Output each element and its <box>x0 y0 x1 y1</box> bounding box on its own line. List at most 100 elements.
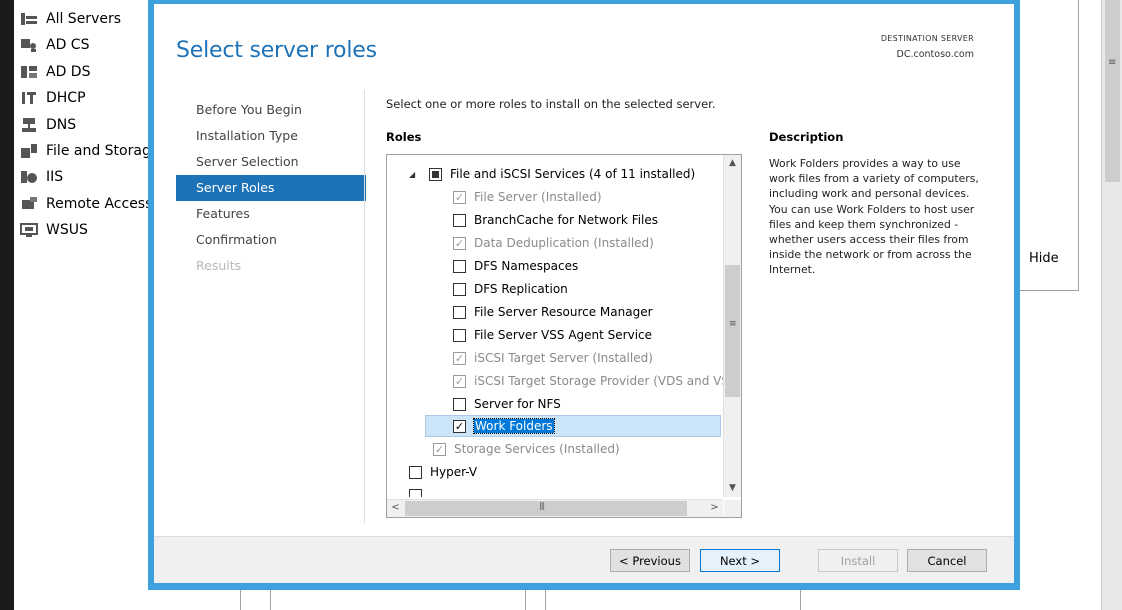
role-hyper-v[interactable]: Hyper-V <box>409 461 477 483</box>
nav-item-label: DHCP <box>46 90 86 106</box>
collapse-triangle-icon[interactable]: ◢ <box>409 170 421 179</box>
role-storage-services[interactable]: ✓ Storage Services (Installed) <box>433 438 620 460</box>
role-server-for-nfs[interactable]: Server for NFS <box>453 393 561 415</box>
roles-vertical-scrollbar[interactable]: ▲ ≡ ▼ <box>723 155 741 497</box>
nav-item-label: All Servers <box>46 11 122 27</box>
instruction-text: Select one or more roles to install on t… <box>386 97 716 111</box>
role-checkbox: ✓ <box>453 190 466 204</box>
dhcp-icon <box>20 90 38 106</box>
role-checkbox[interactable] <box>409 488 422 497</box>
role-label: BranchCache for Network Files <box>474 213 659 227</box>
remote-access-icon <box>20 196 38 212</box>
destination-server-caption: DESTINATION SERVER <box>880 34 974 43</box>
hide-panel <box>1019 0 1079 291</box>
role-fsrm[interactable]: File Server Resource Manager <box>453 301 653 323</box>
nav-item-label: File and Storag <box>46 143 151 159</box>
nav-item-wsus[interactable]: WSUS <box>14 217 164 243</box>
nav-item-remote-access[interactable]: Remote Access <box>14 191 164 217</box>
role-checkbox[interactable] <box>453 305 466 319</box>
role-checkbox[interactable]: ✓ <box>453 419 466 433</box>
nav-item-dhcp[interactable]: DHCP <box>14 85 164 111</box>
role-checkbox[interactable] <box>453 213 466 227</box>
roles-heading: Roles <box>386 130 422 144</box>
step-installation-type[interactable]: Installation Type <box>176 123 366 149</box>
step-before-you-begin[interactable]: Before You Begin <box>176 97 366 123</box>
role-iscsi-storage-provider[interactable]: ✓ iSCSI Target Storage Provider (VDS and… <box>453 370 723 392</box>
nav-item-label: IIS <box>46 169 64 185</box>
hide-link[interactable]: Hide <box>1029 251 1059 266</box>
scroll-up-icon[interactable]: ▲ <box>724 155 741 172</box>
role-next-partial[interactable] <box>409 484 430 497</box>
roles-horizontal-scrollbar[interactable]: < ||| > <box>387 499 723 517</box>
horizontal-scroll-thumb[interactable] <box>405 501 687 516</box>
nav-item-ad-ds[interactable]: AD DS <box>14 59 164 85</box>
page-title: Select server roles <box>176 38 377 63</box>
role-checkbox[interactable] <box>453 397 466 411</box>
role-vss-agent[interactable]: File Server VSS Agent Service <box>453 324 652 346</box>
step-confirmation[interactable]: Confirmation <box>176 227 366 253</box>
grip-icon: ≡ <box>1108 57 1117 68</box>
page-scrollbar-thumb[interactable] <box>1105 0 1120 182</box>
role-label: DFS Namespaces <box>474 259 579 273</box>
all-servers-icon <box>20 11 38 27</box>
step-server-selection[interactable]: Server Selection <box>176 149 366 175</box>
role-checkbox[interactable] <box>453 328 466 342</box>
scroll-down-icon[interactable]: ▼ <box>724 480 741 497</box>
nav-item-ad-cs[interactable]: AD CS <box>14 32 164 58</box>
nav-item-all-servers[interactable]: All Servers <box>14 6 164 32</box>
add-roles-wizard: Select server roles DESTINATION SERVER D… <box>148 0 1020 590</box>
step-results: Results <box>196 258 242 273</box>
grip-icon: ≡ <box>729 319 737 329</box>
dns-icon <box>20 117 38 133</box>
next-button[interactable]: Next > <box>700 549 780 572</box>
role-checkbox[interactable] <box>429 167 442 181</box>
nav-item-file-storage[interactable]: File and Storag <box>14 138 164 164</box>
role-label: Server for NFS <box>474 397 561 411</box>
role-label: File and iSCSI Services (4 of 11 install… <box>450 167 696 181</box>
steps-divider <box>364 90 365 524</box>
step-server-roles[interactable]: Server Roles <box>176 175 366 201</box>
ad-ds-icon <box>20 64 38 80</box>
role-branchcache[interactable]: BranchCache for Network Files <box>453 209 658 231</box>
nav-item-iis[interactable]: IIS <box>14 164 164 190</box>
role-checkbox: ✓ <box>453 351 466 365</box>
page-scrollbar[interactable]: ≡ <box>1101 0 1122 610</box>
role-data-deduplication[interactable]: ✓ Data Deduplication (Installed) <box>453 232 654 254</box>
role-label: Data Deduplication (Installed) <box>474 236 654 250</box>
content-gap <box>1078 0 1101 610</box>
vertical-scroll-thumb[interactable] <box>725 265 740 397</box>
nav-item-label: DNS <box>46 117 77 133</box>
server-manager-nav: All Servers AD CS AD DS DHCP DNS File an… <box>14 0 152 610</box>
column-divider <box>240 590 241 610</box>
column-divider <box>545 590 546 610</box>
role-file-server[interactable]: ✓ File Server (Installed) <box>453 186 602 208</box>
step-features[interactable]: Features <box>176 201 366 227</box>
role-dfs-replication[interactable]: DFS Replication <box>453 278 568 300</box>
cancel-button[interactable]: Cancel <box>907 549 987 572</box>
nav-item-dns[interactable]: DNS <box>14 112 164 138</box>
role-label: File Server Resource Manager <box>474 305 653 319</box>
file-storage-icon <box>20 143 38 159</box>
role-checkbox[interactable] <box>409 465 422 479</box>
role-file-iscsi-services[interactable]: ◢ File and iSCSI Services (4 of 11 insta… <box>409 163 695 185</box>
role-label: Storage Services (Installed) <box>454 442 620 456</box>
role-label: DFS Replication <box>474 282 568 296</box>
role-checkbox: ✓ <box>453 236 466 250</box>
role-checkbox[interactable] <box>453 282 466 296</box>
iis-icon <box>20 169 38 185</box>
nav-item-label: AD CS <box>46 37 90 53</box>
window-edge <box>0 0 14 610</box>
role-dfs-namespaces[interactable]: DFS Namespaces <box>453 255 578 277</box>
role-label: Work Folders <box>473 418 555 434</box>
role-checkbox[interactable] <box>453 259 466 273</box>
previous-button[interactable]: < Previous <box>610 549 690 572</box>
role-label: iSCSI Target Storage Provider (VDS and V… <box>474 374 723 388</box>
destination-server-name: DC.contoso.com <box>896 49 974 60</box>
scroll-left-icon[interactable]: < <box>387 500 404 517</box>
roles-list: ◢ File and iSCSI Services (4 of 11 insta… <box>387 155 723 497</box>
nav-item-label: AD DS <box>46 64 91 80</box>
scroll-right-icon[interactable]: > <box>706 500 723 517</box>
role-checkbox: ✓ <box>433 442 446 456</box>
role-work-folders[interactable]: ✓ Work Folders <box>453 415 555 437</box>
role-iscsi-target-server[interactable]: ✓ iSCSI Target Server (Installed) <box>453 347 653 369</box>
